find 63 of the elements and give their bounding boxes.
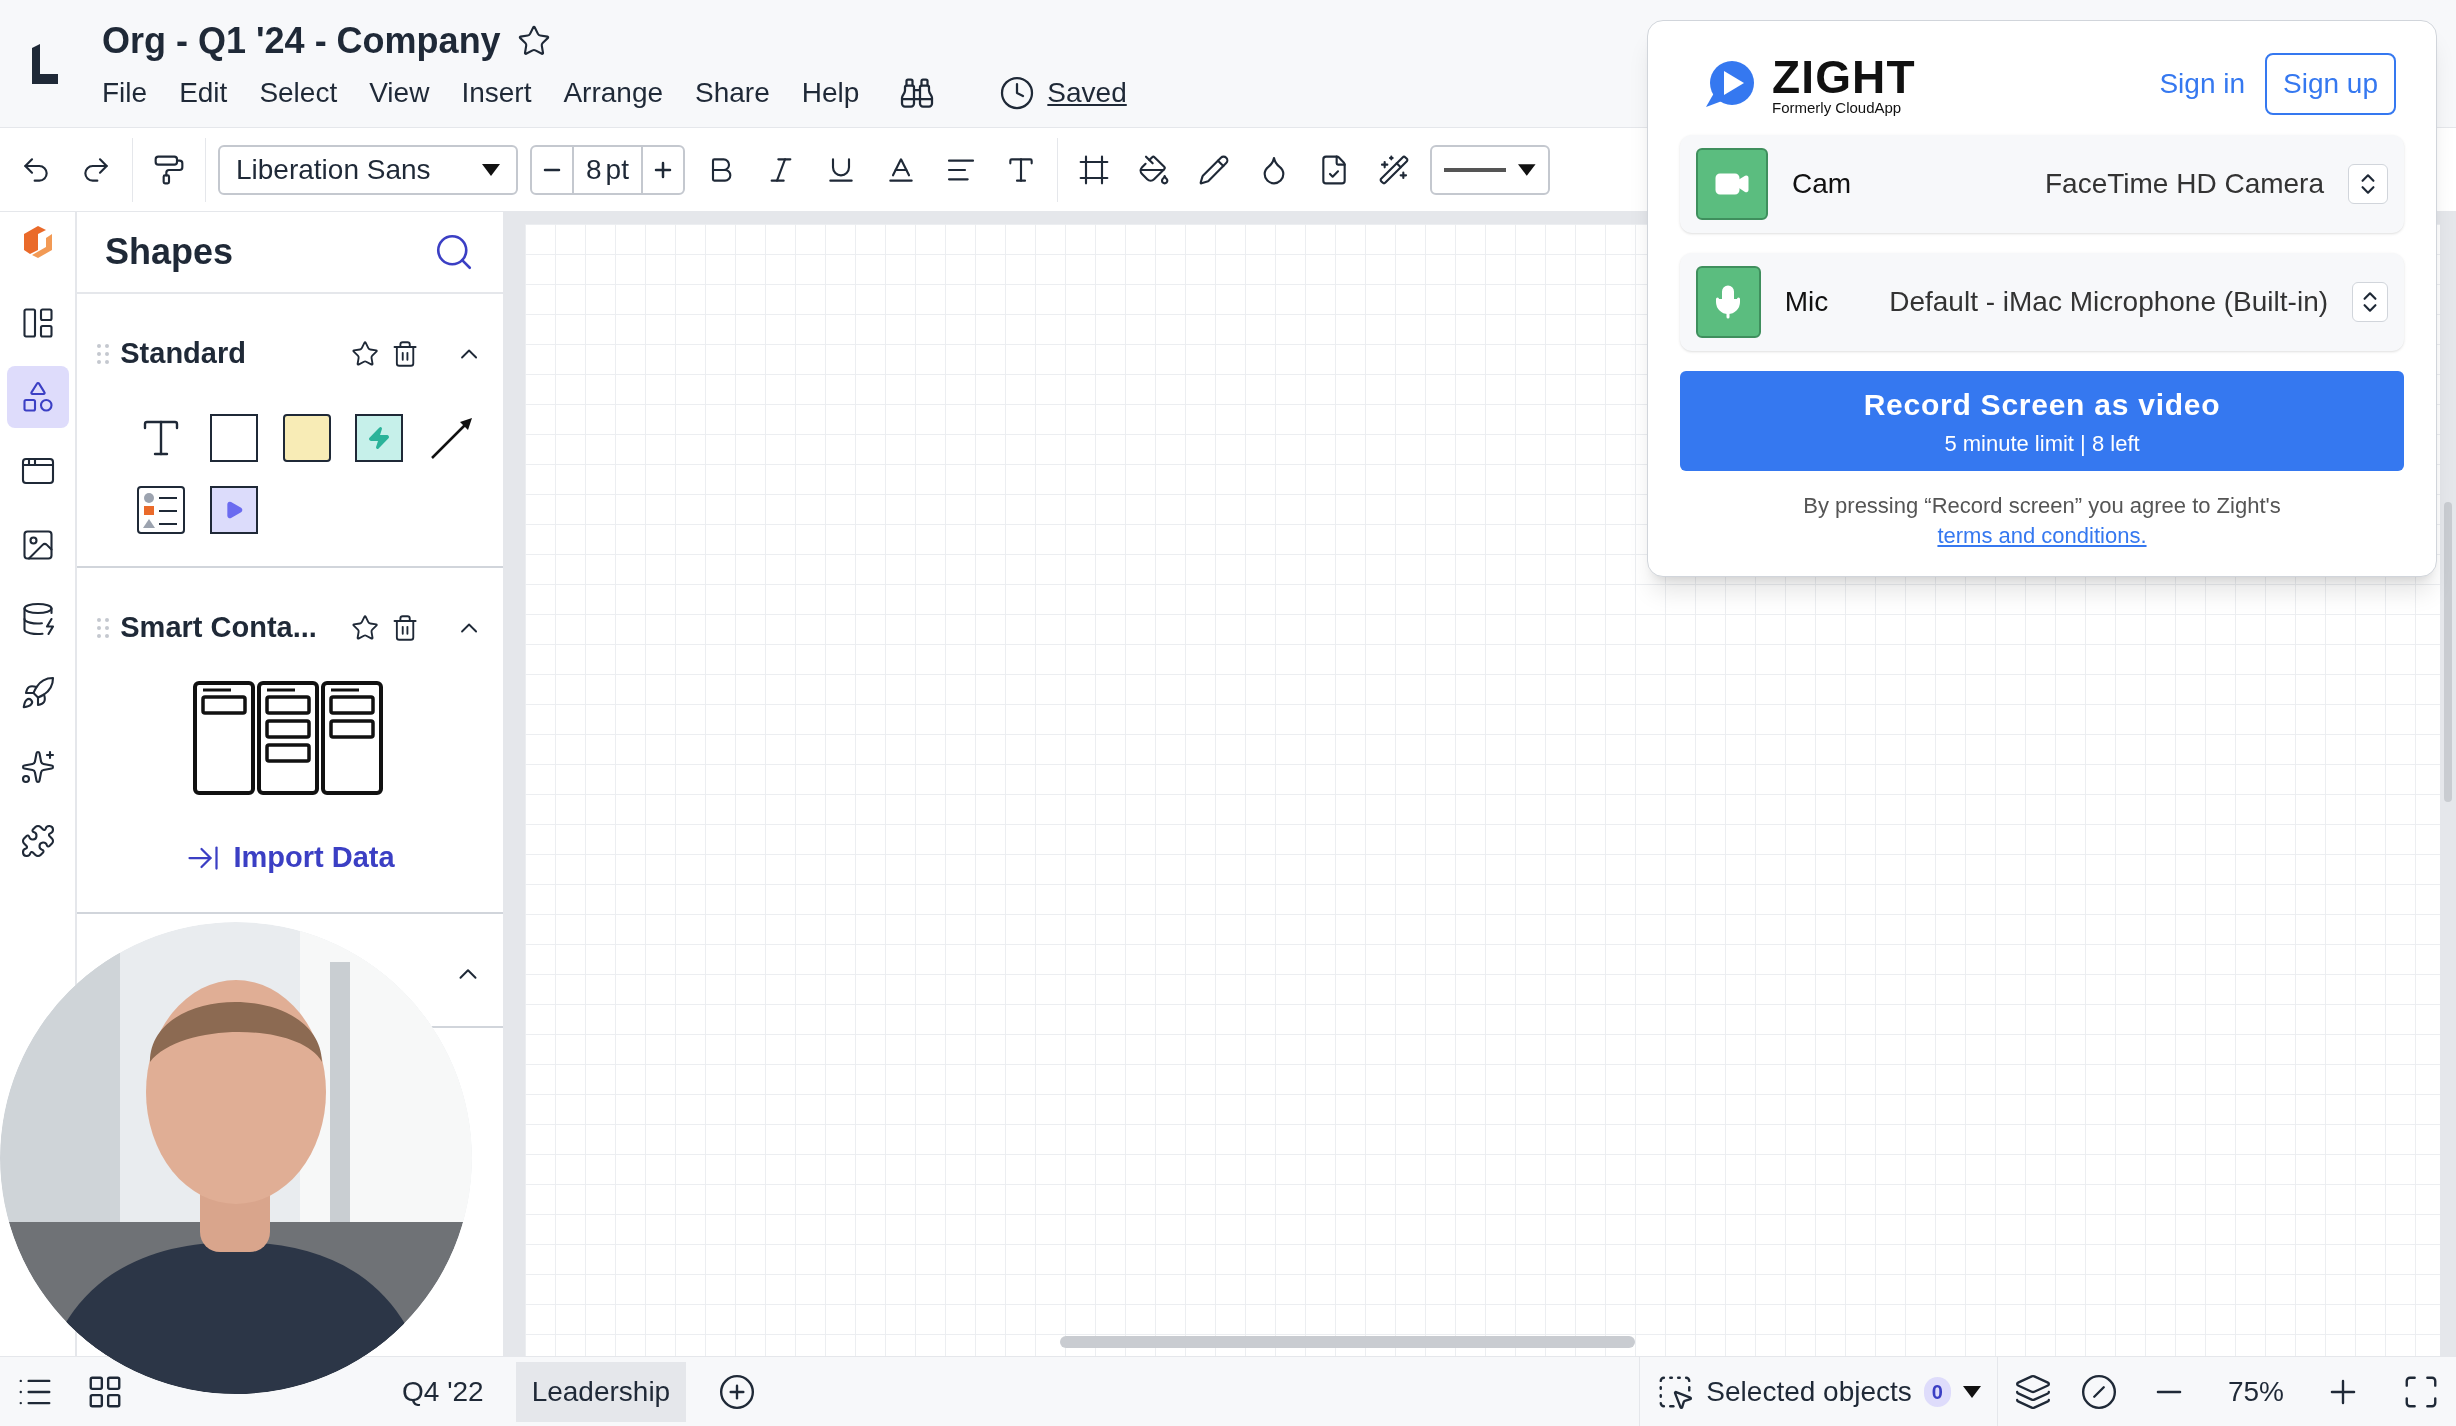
drag-handle-icon[interactable] <box>97 344 109 364</box>
record-button[interactable]: Record Screen as video 5 minute limit | 8 left <box>1680 371 2404 471</box>
font-size-value[interactable]: 8 pt <box>572 146 643 193</box>
chevrons-icon[interactable] <box>2348 164 2388 204</box>
line-sample <box>1443 167 1507 172</box>
terms-notice: By pressing “Record screen” you agree to Zight's terms and conditions. <box>1802 492 2282 551</box>
menu-item[interactable]: Select <box>259 71 338 114</box>
caret-icon <box>482 163 500 176</box>
font-select[interactable]: Liberation Sans <box>218 144 518 195</box>
count-badge: 0 <box>1923 1376 1951 1407</box>
brand-tagline: Formerly CloudApp <box>1772 99 1903 115</box>
brand-name: ZIGHT <box>1772 53 1916 100</box>
device-row[interactable]: Mic Default - iMac Microphone (Built-in) <box>1680 253 2404 351</box>
drag-handle-icon[interactable] <box>97 618 109 638</box>
horizontal-scrollbar[interactable] <box>1060 1336 1635 1348</box>
document-title: Org - Q1 '24 - Company <box>102 18 501 63</box>
favorite-icon[interactable] <box>350 339 379 369</box>
line-style-select[interactable] <box>1429 144 1550 195</box>
menu-item[interactable]: Insert <box>461 71 532 114</box>
menu-item[interactable]: File <box>102 71 148 114</box>
import-data-button[interactable]: Import Data <box>185 836 395 880</box>
play-bubble-logo-icon <box>1704 59 1756 109</box>
menu-item[interactable]: Share <box>695 71 770 114</box>
star-icon[interactable] <box>516 23 551 58</box>
selected-objects-label: Selected objects <box>1706 1374 1912 1409</box>
vertical-scrollbar[interactable] <box>2444 502 2452 802</box>
rectangle-shape-icon[interactable] <box>209 414 258 462</box>
microphone-icon <box>1696 266 1761 338</box>
panel-title: Shapes <box>105 230 234 274</box>
device-value: Default - iMac Microphone (Built-in) <box>1889 285 2329 319</box>
section-title: Standard <box>120 336 247 372</box>
favorite-icon[interactable] <box>350 613 379 643</box>
list-shape-icon[interactable] <box>137 486 185 534</box>
add-page-icon[interactable] <box>718 1372 757 1411</box>
camera-icon <box>1696 148 1768 220</box>
caret-icon <box>1962 1385 1981 1398</box>
sign-up-button[interactable]: Sign up <box>2265 53 2396 115</box>
section-title: Smart Conta... <box>120 610 318 646</box>
menu-item[interactable]: Help <box>801 71 860 114</box>
device-label: Mic <box>1784 285 1830 319</box>
menu-item[interactable]: View <box>369 71 430 114</box>
selected-objects-control[interactable]: Selected objects 0 <box>1639 1357 1998 1426</box>
record-title: Record Screen as video <box>1863 387 2221 423</box>
page-tab[interactable]: Leadership <box>515 1361 687 1422</box>
device-value: FaceTime HD Camera <box>2044 167 2324 201</box>
page-tab[interactable]: Q4 '22 <box>386 1361 500 1422</box>
sticky-note-icon[interactable] <box>282 414 331 462</box>
menu-item[interactable]: Arrange <box>563 71 664 114</box>
terms-link[interactable]: terms and conditions. <box>1937 523 2147 549</box>
sign-in-link[interactable]: Sign in <box>2159 63 2246 105</box>
lightning-card-icon[interactable] <box>355 414 404 462</box>
chevrons-icon[interactable] <box>2352 282 2388 322</box>
layers-icon[interactable] <box>2013 1372 2052 1411</box>
caret-icon <box>1518 163 1536 176</box>
shapes-icon[interactable] <box>6 366 69 428</box>
clock-icon <box>999 74 1036 111</box>
record-subtitle: 5 minute limit | 8 left <box>1944 430 2140 458</box>
device-row[interactable]: Cam FaceTime HD Camera <box>1680 135 2404 233</box>
menu-item[interactable]: Edit <box>179 71 228 114</box>
zoom-level[interactable]: 75% <box>2203 1370 2308 1413</box>
saved-link[interactable]: Saved <box>1047 71 1127 114</box>
device-label: Cam <box>1792 167 1853 201</box>
video-shape-icon[interactable] <box>209 486 258 534</box>
